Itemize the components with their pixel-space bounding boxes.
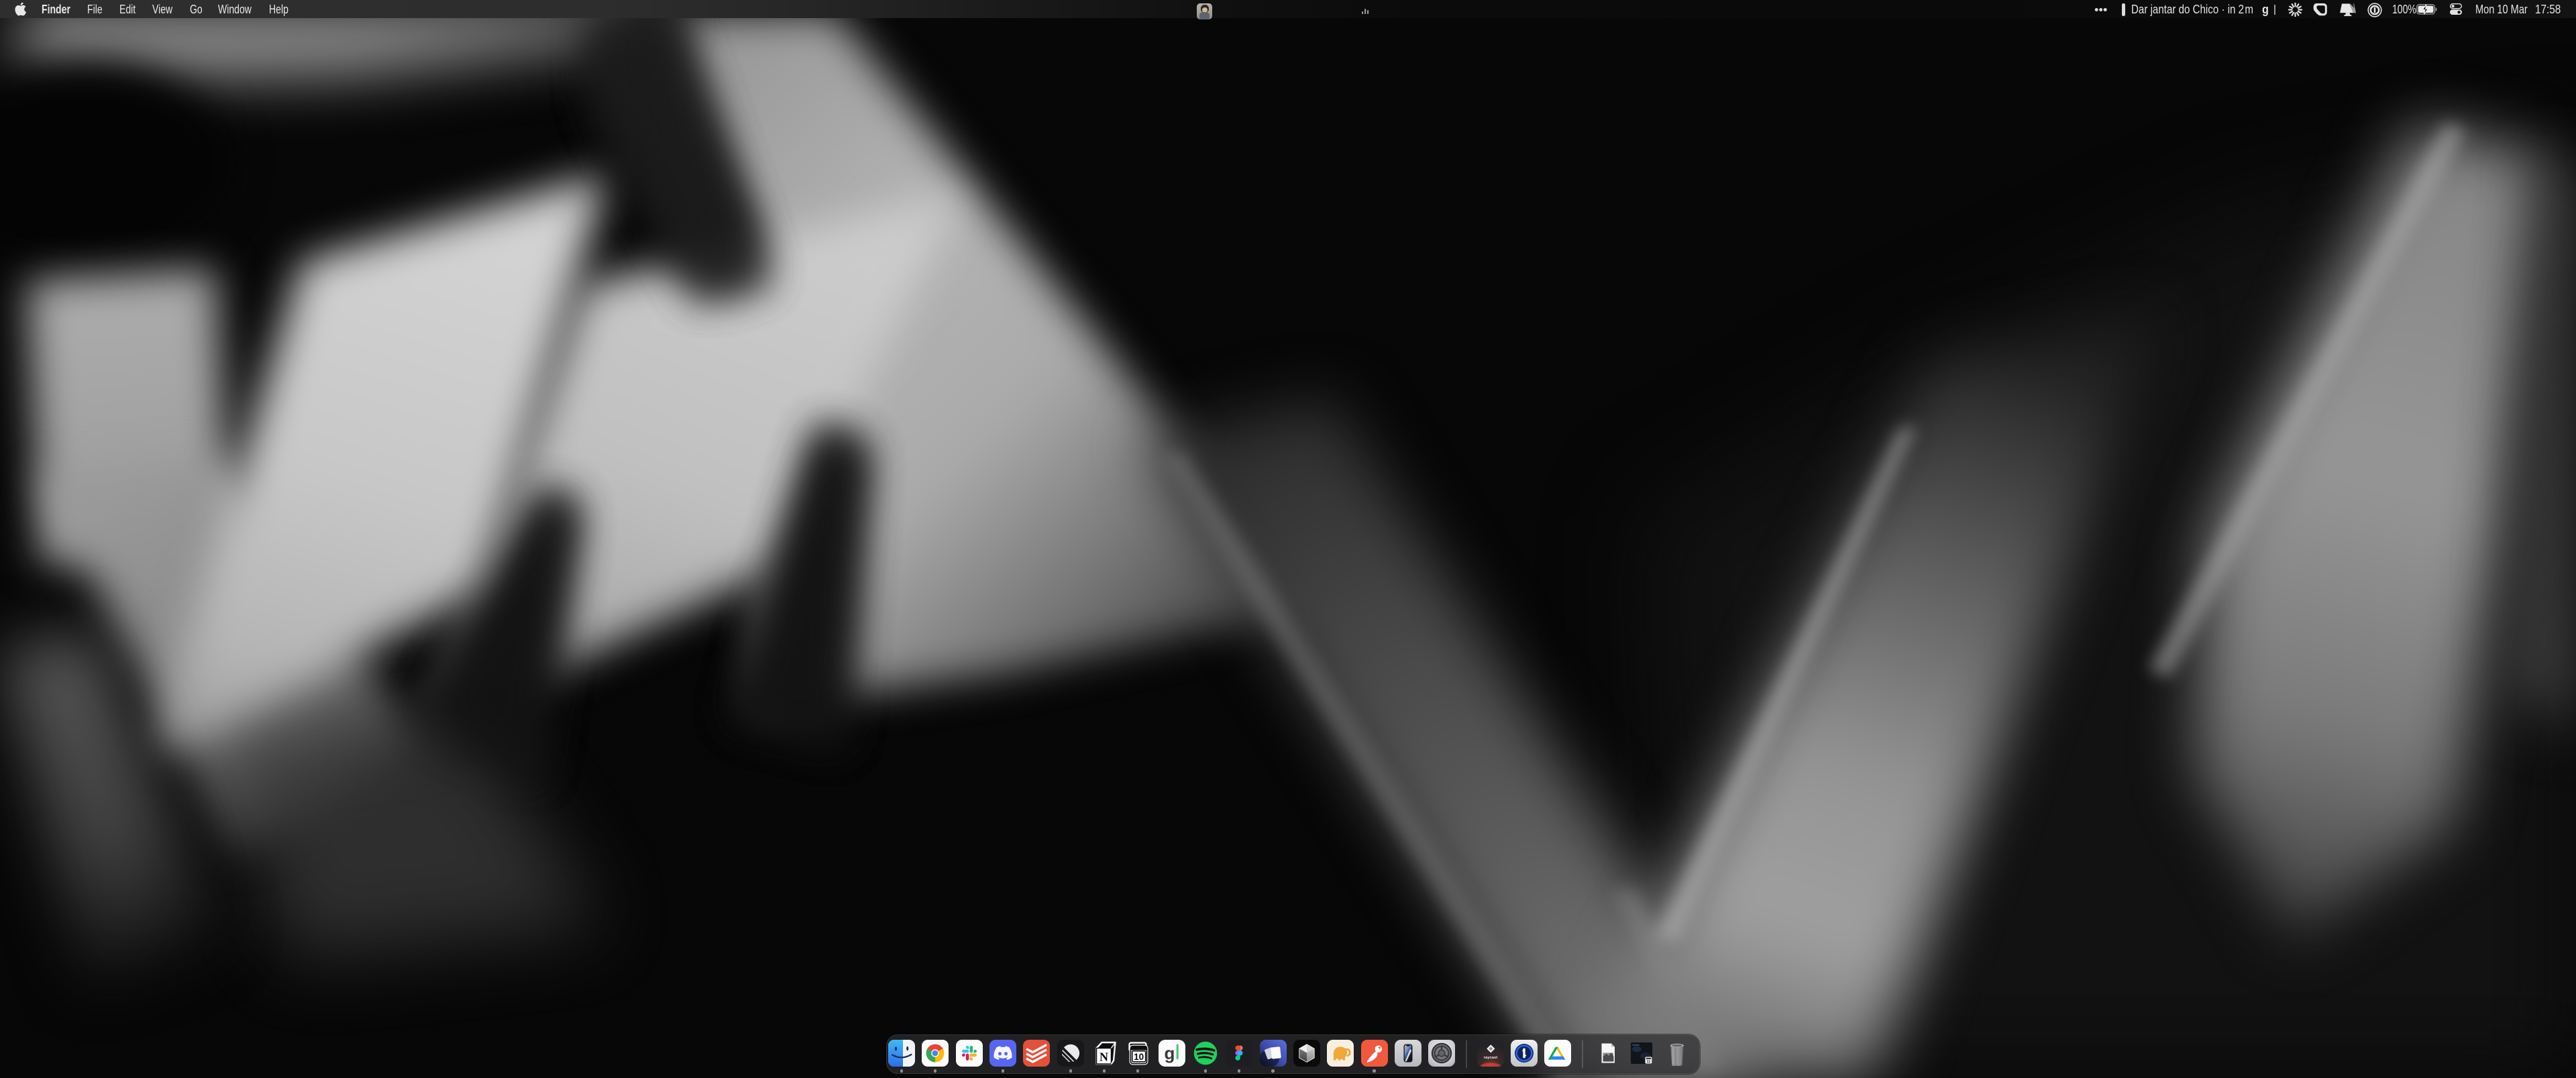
svg-text:raycast: raycast [1484, 1056, 1497, 1060]
svg-text:10: 10 [1134, 1052, 1144, 1062]
svg-text:N: N [1099, 1050, 1108, 1064]
svg-text:11: 11 [1647, 1060, 1651, 1064]
svg-text:g: g [1164, 1043, 1175, 1063]
